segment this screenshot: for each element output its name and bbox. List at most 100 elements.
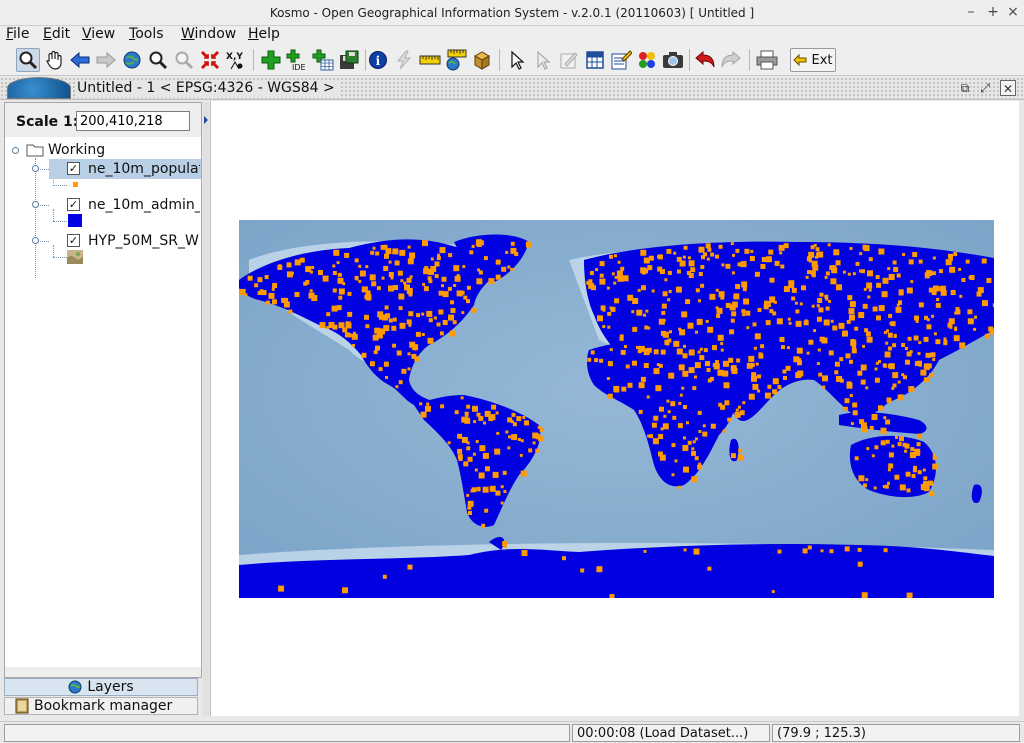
populated-place-point: [378, 367, 383, 372]
tab-layers[interactable]: Layers: [4, 678, 198, 696]
populated-place-point: [806, 351, 810, 355]
populated-place-point: [820, 549, 824, 553]
forward-arrow-icon[interactable]: [94, 48, 118, 72]
populated-place-point: [697, 410, 702, 415]
populated-place-point: [932, 256, 936, 260]
camera-icon[interactable]: [661, 48, 685, 72]
measure-area-icon[interactable]: [444, 48, 468, 72]
color-palette-icon[interactable]: [635, 48, 659, 72]
back-arrow-icon[interactable]: [68, 48, 92, 72]
layer-2-visibility-checkbox[interactable]: ✓: [67, 198, 80, 211]
maximize-icon[interactable]: ⤢: [977, 80, 993, 96]
populated-place-point: [932, 463, 939, 470]
layer-3-name[interactable]: HYP_50M_SR_W: [88, 233, 200, 249]
add-ide-layer-icon[interactable]: IDE: [285, 48, 309, 72]
populated-place-point: [671, 443, 676, 448]
info-icon[interactable]: i: [366, 48, 390, 72]
zoom-tool-icon[interactable]: [16, 48, 40, 72]
pan-hand-icon[interactable]: [42, 48, 66, 72]
menu-view[interactable]: View: [82, 26, 115, 42]
add-layer-icon[interactable]: [259, 48, 283, 72]
select-arrow-icon[interactable]: [505, 48, 529, 72]
zoom-to-selected-icon[interactable]: [198, 48, 222, 72]
group-working-label[interactable]: Working: [48, 142, 105, 158]
tree-toggle-layer-1[interactable]: [32, 165, 39, 172]
populated-place-point: [505, 430, 509, 434]
edit-geometry-icon[interactable]: [557, 48, 581, 72]
feature-edit-icon[interactable]: [609, 48, 633, 72]
populated-place-point: [433, 316, 437, 320]
populated-place-point: [953, 335, 960, 342]
minimize-button[interactable]: –: [962, 4, 980, 20]
menu-window[interactable]: Window: [181, 26, 236, 42]
menu-help[interactable]: Help: [248, 26, 280, 42]
zoom-full-extent-icon[interactable]: [120, 48, 144, 72]
layer-2-name[interactable]: ne_10m_admin_(: [88, 197, 200, 213]
close-button[interactable]: ×: [1004, 4, 1022, 20]
panel-splitter[interactable]: [203, 102, 209, 716]
maximize-button[interactable]: +: [984, 4, 1002, 20]
populated-place-point: [340, 291, 344, 295]
map-view[interactable]: [210, 101, 1019, 716]
layer-1-visibility-checkbox[interactable]: ✓: [67, 162, 80, 175]
lightning-icon[interactable]: [392, 48, 416, 72]
populated-place-point: [741, 281, 748, 288]
tree-toggle-working[interactable]: [12, 147, 19, 154]
menu-edit[interactable]: Edit: [43, 26, 70, 42]
save-layer-icon[interactable]: [337, 48, 361, 72]
populated-place-point: [520, 470, 527, 477]
populated-place-point: [888, 463, 894, 469]
populated-place-point: [765, 320, 771, 326]
add-table-layer-icon[interactable]: [311, 48, 335, 72]
zoom-out-icon[interactable]: [172, 48, 196, 72]
layer-3-visibility-checkbox[interactable]: ✓: [67, 234, 80, 247]
close-document-icon[interactable]: ✕: [1000, 80, 1016, 96]
tab-bookmarks[interactable]: Bookmark manager: [4, 697, 198, 715]
tree-toggle-layer-2[interactable]: [32, 201, 39, 208]
populated-place-point: [863, 287, 867, 291]
populated-place-point: [830, 319, 834, 323]
populated-place-point: [909, 452, 916, 458]
layer-1-name[interactable]: ne_10m_populat: [88, 161, 200, 177]
populated-place-point: [400, 279, 404, 283]
restore-icon[interactable]: ⧉: [957, 80, 973, 96]
populated-place-point: [834, 370, 839, 375]
populated-place-point: [908, 259, 914, 265]
populated-place-point: [656, 363, 660, 367]
collapse-arrow-icon[interactable]: [203, 114, 209, 126]
populated-place-point: [481, 523, 486, 528]
populated-place-point: [929, 373, 934, 378]
redo-icon[interactable]: [719, 48, 743, 72]
table-grid-icon[interactable]: [583, 48, 607, 72]
select-edit-icon[interactable]: [531, 48, 555, 72]
populated-place-point: [646, 395, 650, 399]
populated-place-point: [832, 325, 838, 331]
status-task: 00:00:08 (Load Dataset...): [572, 724, 770, 742]
print-icon[interactable]: [755, 48, 779, 72]
populated-place-point: [743, 298, 750, 305]
populated-place-point: [502, 470, 507, 475]
map-canvas[interactable]: [239, 220, 994, 598]
ext-button[interactable]: Ext: [790, 48, 836, 72]
tree-toggle-layer-3[interactable]: [32, 237, 39, 244]
populated-place-point: [241, 290, 245, 294]
coordinates-xy-icon[interactable]: X,Y: [224, 48, 248, 72]
populated-place-point: [516, 416, 522, 422]
populated-place-point: [447, 286, 452, 291]
undo-icon[interactable]: [693, 48, 717, 72]
populated-place-point: [777, 385, 782, 390]
populated-place-point: [955, 307, 960, 312]
populated-place-point: [888, 274, 895, 280]
zoom-in-icon[interactable]: [146, 48, 170, 72]
populated-place-point: [788, 280, 795, 287]
menu-file[interactable]: File: [6, 26, 29, 42]
populated-place-point: [760, 344, 765, 349]
populated-place-point: [614, 387, 620, 393]
populated-place-point: [620, 266, 625, 271]
populated-place-point: [643, 313, 647, 317]
menu-tools[interactable]: Tools: [129, 26, 164, 42]
measure-ruler-icon[interactable]: [418, 48, 442, 72]
scale-input[interactable]: [76, 111, 190, 131]
populated-place-point: [850, 339, 856, 344]
box-icon[interactable]: [470, 48, 494, 72]
